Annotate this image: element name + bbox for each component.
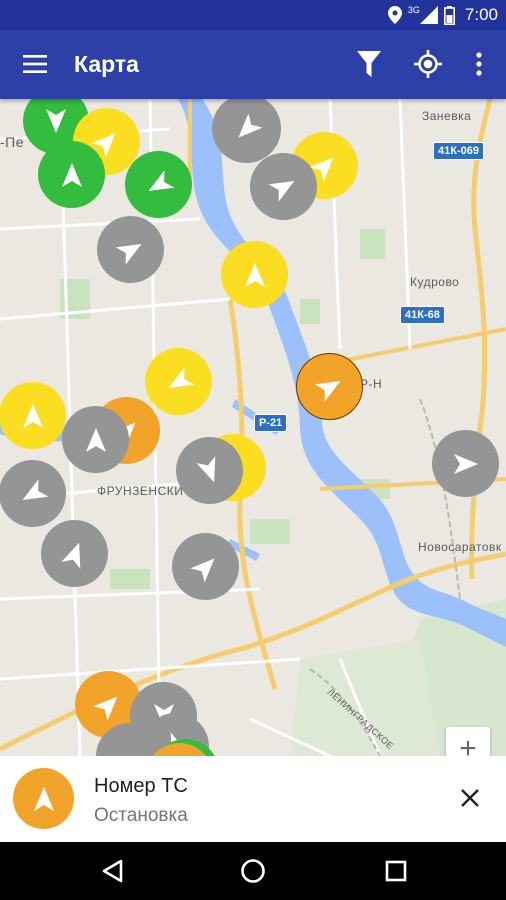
vehicle-marker[interactable] <box>0 460 66 527</box>
map-label-frunzensky: ФРУНЗЕНСКИ <box>97 484 184 498</box>
vehicle-marker[interactable] <box>38 141 105 208</box>
status-time: 7:00 <box>464 5 498 24</box>
direction-arrow-icon <box>148 169 174 191</box>
direction-arrow-icon <box>244 262 265 287</box>
vehicle-marker[interactable] <box>97 216 164 283</box>
direction-arrow-icon <box>189 558 214 583</box>
close-button[interactable] <box>452 780 488 816</box>
system-nav-bar <box>0 842 506 900</box>
vehicle-info-sheet: Номер ТС Остановка <box>0 756 506 842</box>
direction-arrow-icon <box>85 427 106 452</box>
recents-square-icon <box>385 860 407 882</box>
direction-arrow-icon <box>22 478 48 500</box>
vehicle-marker[interactable] <box>41 520 108 587</box>
vehicle-marker[interactable] <box>62 406 129 473</box>
vehicle-marker[interactable] <box>125 151 192 218</box>
location-icon <box>387 6 402 24</box>
vehicle-marker[interactable] <box>145 348 212 415</box>
direction-arrow-icon <box>453 453 478 474</box>
home-circle-icon <box>241 859 265 883</box>
vehicle-marker[interactable] <box>172 533 239 600</box>
map-label-district: Р-Н <box>360 377 383 391</box>
road-badge-41k68: 41К-68 <box>400 306 445 324</box>
app-bar: Карта <box>0 30 506 99</box>
app-title: Карта <box>74 51 139 77</box>
filter-icon <box>357 51 381 77</box>
my-location-button[interactable] <box>410 46 446 82</box>
vehicle-marker-preview <box>13 768 74 829</box>
direction-arrow-icon <box>60 542 80 569</box>
vehicle-marker[interactable] <box>432 430 499 497</box>
direction-arrow-icon <box>314 380 340 402</box>
direction-arrow-icon <box>195 455 215 482</box>
hamburger-icon <box>23 55 47 73</box>
direction-arrow-icon <box>46 109 66 133</box>
network-type: 3G <box>407 5 420 15</box>
direction-arrow-icon <box>61 162 82 187</box>
vehicle-marker[interactable] <box>250 153 317 220</box>
vehicle-marker[interactable] <box>0 382 66 449</box>
crosshair-icon <box>414 50 442 78</box>
home-button[interactable] <box>236 854 270 888</box>
more-options-button[interactable] <box>461 46 497 82</box>
vehicle-marker[interactable] <box>176 437 243 504</box>
back-triangle-icon <box>102 859 123 883</box>
vehicle-marker-selected[interactable] <box>296 353 363 420</box>
filter-button[interactable] <box>351 46 387 82</box>
map-label-zanevka: Заневка <box>422 109 472 123</box>
recents-button[interactable] <box>379 854 413 888</box>
road-badge-41k069: 41К-069 <box>433 142 484 160</box>
vehicle-number-label: Номер ТС <box>94 775 188 797</box>
stop-label: Остановка <box>94 805 188 826</box>
direction-arrow-icon <box>115 243 141 265</box>
close-icon <box>461 789 479 807</box>
vehicle-marker[interactable] <box>221 241 288 308</box>
zoom-in-button[interactable]: + <box>446 727 490 756</box>
battery-icon <box>443 5 455 25</box>
status-icons: 3G 7:00 <box>387 0 498 30</box>
direction-arrow-icon <box>92 696 117 721</box>
road-badge-r21: Р-21 <box>254 414 288 432</box>
signal-icon <box>419 6 438 24</box>
direction-arrow-icon <box>168 366 194 388</box>
map-view[interactable]: Заневка Кудрово ФРУНЗЕНСКИ Новосаратовк … <box>0 99 506 756</box>
map-label-city: -Пе <box>0 134 25 150</box>
direction-arrow-icon <box>268 180 294 202</box>
more-vert-icon <box>476 52 482 76</box>
map-label-novosaratovka: Новосаратовк <box>418 540 502 554</box>
direction-arrow-icon <box>33 786 54 811</box>
direction-arrow-icon <box>22 403 43 428</box>
status-bar: 3G 7:00 <box>0 0 506 30</box>
menu-button[interactable] <box>17 46 53 82</box>
map-label-kudrovo: Кудрово <box>410 275 460 289</box>
direction-arrow-icon <box>238 112 263 137</box>
back-button[interactable] <box>95 854 129 888</box>
